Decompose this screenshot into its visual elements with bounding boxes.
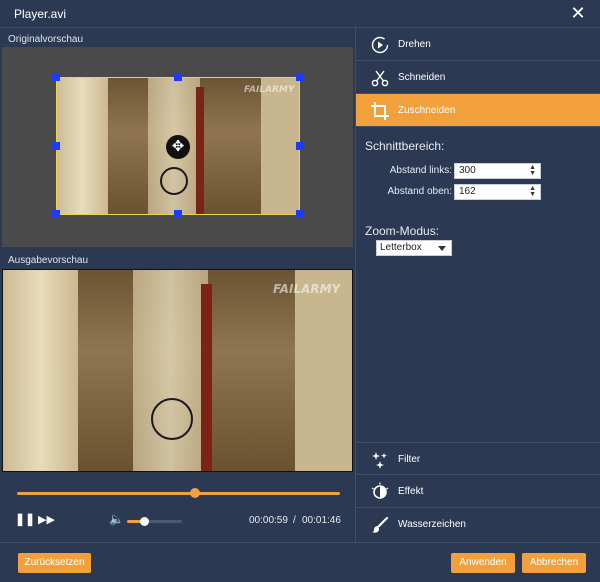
preview-pane: Originalvorschau FAILARMY ✥ Ausgabevorsc… [0, 28, 355, 542]
top-offset-value: 162 [459, 186, 476, 197]
output-video-frame: FAILARMY [3, 270, 352, 471]
crop-handle-tl[interactable] [52, 73, 60, 81]
chevron-down-icon [438, 246, 446, 251]
crop-handle-r[interactable] [296, 142, 304, 150]
crop-handle-bl[interactable] [52, 210, 60, 218]
apply-button[interactable]: Anwenden [451, 553, 515, 573]
left-offset-input[interactable]: 300 ▲ ▼ [454, 163, 541, 179]
progress-bar[interactable] [17, 488, 340, 498]
progress-knob[interactable] [189, 488, 200, 498]
volume-knob[interactable] [139, 517, 149, 526]
cancel-button[interactable]: Abbrechen [522, 553, 586, 573]
menu-crop-label: Zuschneiden [398, 105, 456, 116]
menu-crop[interactable]: Zuschneiden [356, 94, 600, 127]
title-bar: Player.avi ✕ [0, 0, 600, 28]
original-preview: FAILARMY ✥ [2, 47, 353, 247]
original-preview-label: Originalvorschau [8, 34, 84, 45]
output-preview: FAILARMY [2, 269, 353, 472]
menu-cut[interactable]: Schneiden [356, 61, 600, 94]
window-title: Player.avi [14, 7, 67, 21]
left-offset-value: 300 [459, 165, 476, 176]
zoom-mode-select[interactable]: Letterbox [376, 240, 452, 256]
left-offset-label: Abstand links: [389, 165, 452, 176]
edit-panel: Drehen Schneiden Zuschneiden Schnittbere… [355, 28, 600, 542]
move-icon[interactable]: ✥ [166, 135, 190, 159]
scissors-icon [371, 70, 389, 87]
spin-arrows-icon[interactable]: ▲ ▼ [529, 164, 536, 177]
current-time: 00:00:59 [249, 515, 288, 526]
rotate-icon [371, 36, 389, 54]
crop-icon [371, 102, 389, 120]
menu-rotate[interactable]: Drehen [356, 28, 600, 61]
menu-watermark[interactable]: Wasserzeichen [356, 508, 600, 541]
menu-effect[interactable]: Effekt [356, 475, 600, 508]
menu-filter-label: Filter [398, 454, 421, 465]
menu-effect-label: Effekt [398, 486, 424, 497]
top-offset-input[interactable]: 162 ▲ ▼ [454, 184, 541, 200]
output-watermark: FAILARMY [273, 282, 341, 296]
menu-filter[interactable]: Filter [356, 442, 600, 475]
zoom-mode-value: Letterbox [380, 242, 422, 253]
menu-rotate-label: Drehen [398, 39, 431, 50]
next-frame-icon[interactable]: ▶▶ [38, 513, 55, 526]
spin-arrows-icon[interactable]: ▲ ▼ [529, 185, 536, 198]
sparkle-icon [372, 452, 387, 469]
crop-handle-b[interactable] [174, 210, 182, 218]
crop-handle-t[interactable] [174, 73, 182, 81]
menu-cut-label: Schneiden [398, 72, 446, 83]
crop-area-heading: Schnittbereich: [365, 139, 445, 153]
crop-handle-l[interactable] [52, 142, 60, 150]
menu-watermark-label: Wasserzeichen [398, 519, 466, 530]
output-preview-label: Ausgabevorschau [8, 255, 89, 266]
brush-icon [372, 516, 389, 533]
time-separator: / [293, 515, 296, 526]
crop-handle-br[interactable] [296, 210, 304, 218]
total-time: 00:01:46 [302, 515, 341, 526]
footer-bar: Zurücksetzen Anwenden Abbrechen [0, 542, 600, 582]
crop-handle-tr[interactable] [296, 73, 304, 81]
pause-icon[interactable]: ❚❚ [15, 512, 35, 526]
close-icon[interactable]: ✕ [568, 3, 588, 23]
volume-slider[interactable] [127, 517, 182, 526]
zoom-mode-heading: Zoom-Modus: [365, 224, 440, 238]
reset-button[interactable]: Zurücksetzen [18, 553, 91, 573]
effect-icon [371, 482, 389, 499]
volume-icon[interactable]: 🔈 [109, 512, 124, 526]
top-offset-label: Abstand oben: [387, 186, 453, 197]
